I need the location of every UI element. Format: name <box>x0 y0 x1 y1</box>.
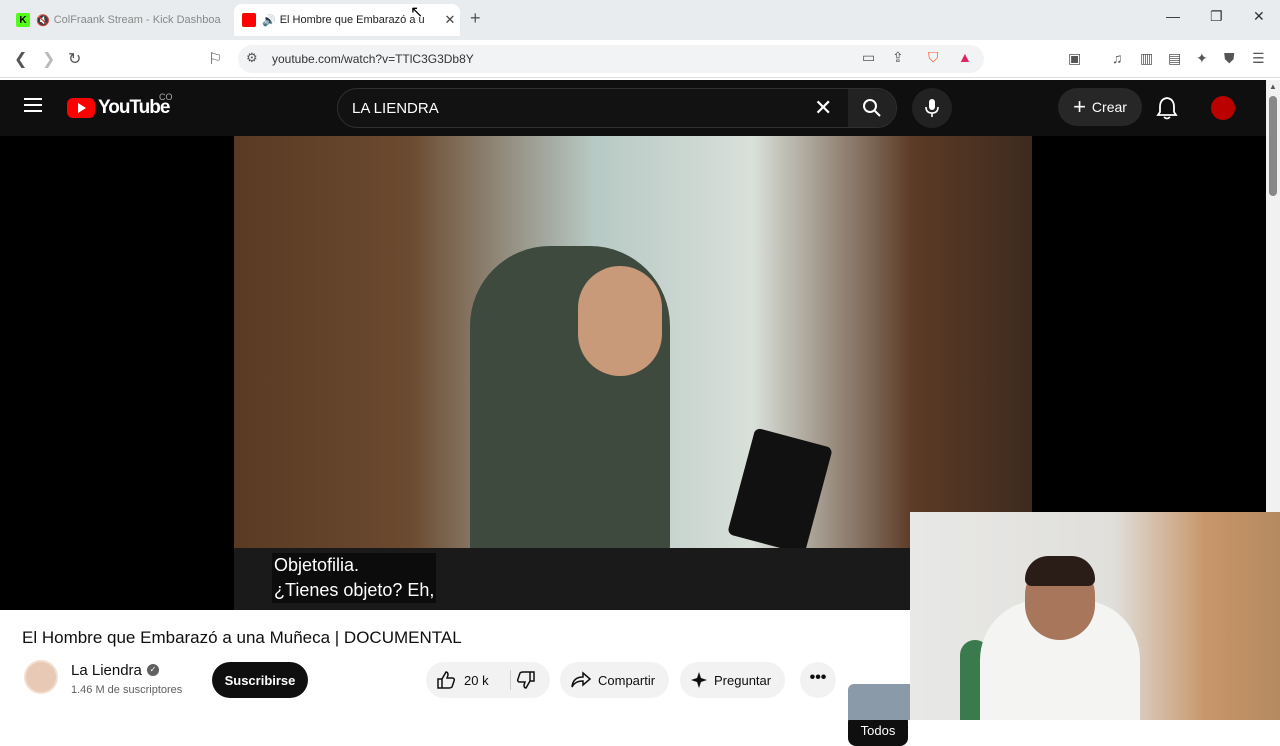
youtube-header: YouTube CO LA LIENDRA ✕ + Crear <box>0 80 1266 136</box>
wallet-icon[interactable]: ▤ <box>1168 50 1181 67</box>
vpn-icon[interactable]: ⛊ <box>1224 50 1235 67</box>
clear-search-icon[interactable]: ✕ <box>814 95 832 121</box>
site-settings-icon[interactable]: ⚙ <box>246 50 258 66</box>
youtube-logo[interactable]: YouTube CO <box>67 92 173 119</box>
minimize-icon[interactable]: — <box>1166 8 1180 24</box>
youtube-favicon-icon <box>242 13 256 27</box>
sparkle-icon <box>691 672 707 688</box>
close-window-icon[interactable]: ✕ <box>1253 8 1265 25</box>
channel-name[interactable]: La Liendra <box>71 662 142 679</box>
sidebar-icon[interactable]: ▥ <box>1140 50 1153 67</box>
kick-favicon-icon: K <box>16 13 30 27</box>
notifications-bell-icon[interactable] <box>1156 96 1178 120</box>
ask-label: Preguntar <box>714 672 772 688</box>
mouse-cursor-icon: ↖ <box>410 4 424 21</box>
media-icon[interactable]: ♫ <box>1112 50 1123 66</box>
country-code: CO <box>159 92 173 102</box>
leo-ai-icon[interactable]: ✦ <box>1196 50 1208 67</box>
subscribe-button[interactable]: Suscribirse <box>212 662 308 698</box>
channel-avatar[interactable] <box>24 660 58 694</box>
muted-speaker-icon[interactable]: 🔇 <box>36 14 50 27</box>
back-icon[interactable]: ❮ <box>14 49 27 69</box>
tab-kick-dashboard[interactable]: K 🔇 ColFraank Stream - Kick Dashboa <box>8 4 230 36</box>
caption-line-2: ¿Tienes objeto? Eh, <box>274 580 435 600</box>
reload-icon[interactable]: ↻ <box>68 49 81 69</box>
like-dislike-group: 20 k <box>426 662 550 698</box>
menu-icon[interactable]: ☰ <box>1252 50 1265 67</box>
verified-check-icon: ✓ <box>147 664 159 676</box>
video-title: El Hombre que Embarazó a una Muñeca | DO… <box>22 628 462 647</box>
microphone-icon <box>925 99 939 117</box>
scroll-up-icon[interactable]: ▲ <box>1269 82 1277 91</box>
brave-rewards-icon[interactable]: ▲ <box>958 49 972 65</box>
url-text[interactable]: youtube.com/watch?v=TTlC3G3Db8Y <box>272 52 474 66</box>
search-input[interactable]: LA LIENDRA <box>352 100 439 117</box>
subscriber-count: 1.46 M de suscriptores <box>71 684 183 696</box>
tab-youtube-video[interactable]: 🔊 El Hombre que Embarazó a u ✕ <box>234 4 460 36</box>
brave-shields-icon[interactable]: ⛉ <box>928 49 939 66</box>
voice-search-button[interactable] <box>912 88 952 128</box>
video-subject-head <box>578 266 662 376</box>
tab-title: ColFraank Stream - Kick Dashboa <box>53 14 221 26</box>
like-divider <box>510 670 511 690</box>
recommended-thumbnail[interactable] <box>848 684 910 720</box>
ask-button[interactable]: Preguntar <box>680 662 786 698</box>
search-button[interactable] <box>848 89 896 127</box>
create-label: Crear <box>1091 99 1127 115</box>
guide-menu-icon[interactable] <box>24 98 42 112</box>
plus-icon: + <box>1073 94 1086 119</box>
share-page-icon[interactable]: ⇪ <box>892 49 904 66</box>
webcam-person-hair <box>1025 556 1095 586</box>
share-label: Compartir <box>598 672 656 688</box>
browser-tab-strip: K 🔇 ColFraank Stream - Kick Dashboa 🔊 El… <box>0 0 1280 40</box>
new-tab-icon[interactable]: + <box>470 8 481 29</box>
caption-line-1: Objetofilia. <box>274 555 360 575</box>
share-button[interactable]: Compartir <box>560 662 670 698</box>
close-tab-icon[interactable]: ✕ <box>440 12 460 28</box>
restore-icon[interactable]: ❐ <box>1210 8 1223 25</box>
like-count[interactable]: 20 k <box>464 673 489 688</box>
cast-icon[interactable]: ▭ <box>862 49 875 66</box>
account-avatar[interactable] <box>1211 96 1235 120</box>
speaker-icon[interactable]: 🔊 <box>262 14 276 27</box>
dislike-icon[interactable] <box>516 670 536 690</box>
youtube-play-icon <box>67 98 95 118</box>
address-toolbar: ❮ ❯ ↻ ⚐ ⚙ youtube.com/watch?v=TTlC3G3Db8… <box>0 40 1280 78</box>
more-actions-icon[interactable]: ••• <box>800 662 836 698</box>
search-box[interactable]: LA LIENDRA ✕ <box>337 88 897 128</box>
like-icon[interactable] <box>436 670 456 690</box>
scrollbar-thumb[interactable] <box>1269 96 1277 196</box>
forward-icon[interactable]: ❯ <box>42 49 55 69</box>
captions: Objetofilia. ¿Tienes objeto? Eh, <box>272 553 437 603</box>
create-button[interactable]: + Crear <box>1058 88 1142 126</box>
search-icon <box>863 99 881 117</box>
omnibox[interactable]: ⚙ youtube.com/watch?v=TTlC3G3Db8Y ▭ ⇪ ⛉ … <box>238 45 984 73</box>
bookmark-icon[interactable]: ⚐ <box>208 49 222 69</box>
reader-mode-icon[interactable]: ▣ <box>1068 50 1081 67</box>
share-icon <box>571 671 592 688</box>
